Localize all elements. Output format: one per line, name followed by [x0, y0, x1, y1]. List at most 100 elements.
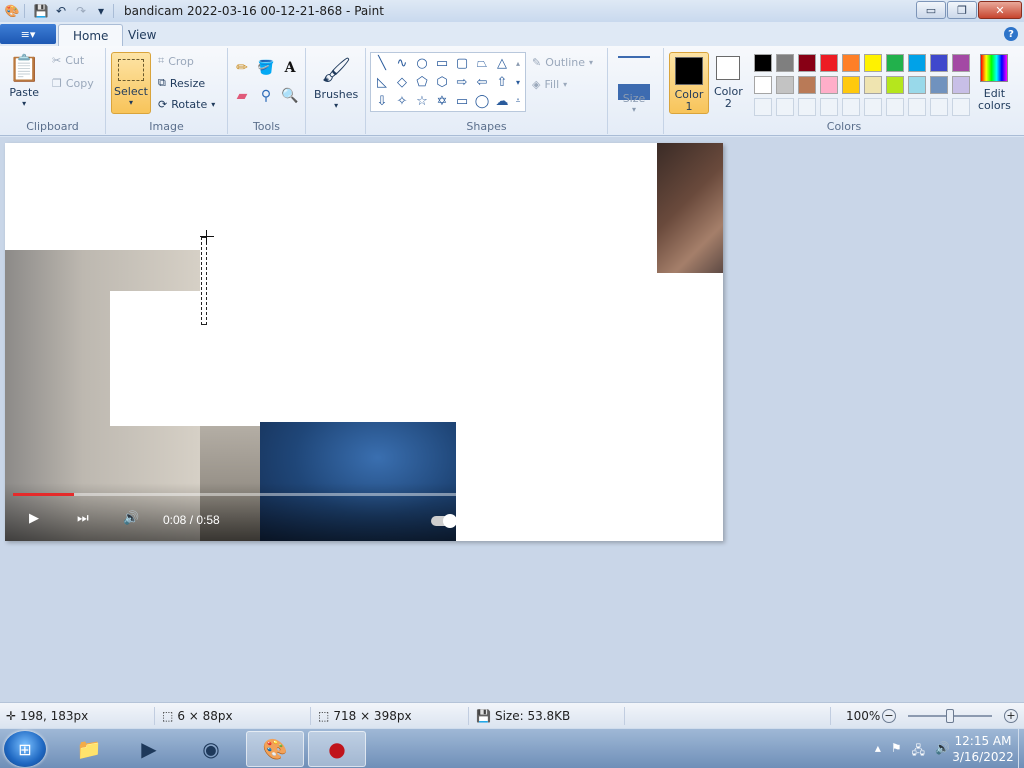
palette-swatch[interactable]: [842, 54, 860, 72]
undo-icon[interactable]: ↶: [53, 3, 69, 19]
file-menu-button[interactable]: ≡▾: [0, 24, 56, 44]
right-arrow-shape-icon[interactable]: ⇨: [453, 73, 471, 91]
tab-view[interactable]: View: [114, 24, 170, 46]
taskbar-paint[interactable]: 🎨: [246, 731, 304, 767]
rounded-rectangle-shape-icon[interactable]: ▢: [453, 54, 471, 72]
palette-swatch[interactable]: [820, 76, 838, 94]
start-button[interactable]: ⊞: [4, 731, 46, 767]
canvas-workspace[interactable]: ▶ ⏭ 🔊 0:08 / 0:58: [0, 137, 1024, 702]
custom-color-slot[interactable]: [886, 98, 904, 116]
palette-swatch[interactable]: [864, 54, 882, 72]
rotate-button[interactable]: ⟳ Rotate ▾: [158, 98, 215, 111]
edit-colors-button[interactable]: Edit colors: [978, 54, 1011, 112]
close-button[interactable]: ✕: [978, 1, 1022, 19]
select-button[interactable]: Select ▾: [111, 52, 151, 114]
custom-color-slot[interactable]: [864, 98, 882, 116]
taskbar-chrome[interactable]: ◉: [182, 731, 240, 767]
resize-button[interactable]: ⧉ Resize: [158, 76, 205, 90]
help-icon[interactable]: ?: [1004, 27, 1018, 41]
six-point-star-shape-icon[interactable]: ✡: [433, 92, 451, 110]
selection-marquee[interactable]: [201, 237, 207, 325]
expand-gallery-icon[interactable]: ⩡: [511, 92, 525, 110]
four-point-star-shape-icon[interactable]: ✧: [393, 92, 411, 110]
up-arrow-shape-icon[interactable]: ⇧: [493, 73, 511, 91]
custom-color-slot[interactable]: [754, 98, 772, 116]
paint-app-icon[interactable]: 🎨: [4, 3, 20, 19]
palette-swatch[interactable]: [842, 76, 860, 94]
zoom-out-button[interactable]: −: [882, 709, 896, 723]
tray-expand-icon[interactable]: ▴: [875, 741, 881, 762]
pencil-icon[interactable]: ✏: [232, 58, 252, 78]
palette-swatch[interactable]: [798, 76, 816, 94]
maximize-button[interactable]: ❐: [947, 1, 977, 19]
taskbar-media-player[interactable]: ▶: [120, 731, 178, 767]
palette-swatch[interactable]: [886, 76, 904, 94]
taskbar-explorer[interactable]: 📁: [60, 731, 118, 767]
fill-button[interactable]: ◈ Fill ▾: [532, 78, 567, 91]
custom-color-slot[interactable]: [776, 98, 794, 116]
rectangle-shape-icon[interactable]: ▭: [433, 54, 451, 72]
diamond-shape-icon[interactable]: ◇: [393, 73, 411, 91]
palette-swatch[interactable]: [864, 76, 882, 94]
five-point-star-shape-icon[interactable]: ☆: [413, 92, 431, 110]
palette-swatch[interactable]: [776, 76, 794, 94]
palette-swatch[interactable]: [820, 54, 838, 72]
palette-swatch[interactable]: [952, 76, 970, 94]
palette-swatch[interactable]: [886, 54, 904, 72]
custom-color-slot[interactable]: [952, 98, 970, 116]
cut-button[interactable]: ✂ Cut: [52, 54, 84, 67]
brushes-button[interactable]: 🖌 Brushes ▾: [314, 52, 358, 110]
size-button[interactable]: Size ▾: [618, 54, 650, 114]
callout-oval-shape-icon[interactable]: ◯: [473, 92, 491, 110]
palette-swatch[interactable]: [908, 54, 926, 72]
custom-color-slot[interactable]: [820, 98, 838, 116]
curve-shape-icon[interactable]: ∿: [393, 54, 411, 72]
triangle-shape-icon[interactable]: △: [493, 54, 511, 72]
left-arrow-shape-icon[interactable]: ⇦: [473, 73, 491, 91]
pentagon-shape-icon[interactable]: ⬠: [413, 73, 431, 91]
custom-color-slot[interactable]: [798, 98, 816, 116]
palette-swatch[interactable]: [776, 54, 794, 72]
palette-swatch[interactable]: [930, 54, 948, 72]
minimize-button[interactable]: ▭: [916, 1, 946, 19]
customize-quick-access-icon[interactable]: ▾: [93, 3, 109, 19]
zoom-slider-thumb[interactable]: [946, 709, 954, 723]
palette-swatch[interactable]: [930, 76, 948, 94]
palette-swatch[interactable]: [754, 54, 772, 72]
scroll-up-icon[interactable]: ▴: [511, 54, 525, 72]
scroll-down-icon[interactable]: ▾: [511, 73, 525, 91]
line-shape-icon[interactable]: ╲: [373, 54, 391, 72]
palette-swatch[interactable]: [754, 76, 772, 94]
palette-swatch[interactable]: [908, 76, 926, 94]
zoom-in-button[interactable]: +: [1004, 709, 1018, 723]
taskbar-bandicam[interactable]: ●: [308, 731, 366, 767]
polygon-shape-icon[interactable]: ⏢: [473, 54, 491, 72]
copy-button[interactable]: ❐ Copy: [52, 77, 94, 90]
outline-button[interactable]: ✎ Outline ▾: [532, 56, 593, 69]
color1-button[interactable]: Color 1: [669, 52, 709, 114]
save-icon[interactable]: 💾: [33, 3, 49, 19]
magnifier-icon[interactable]: 🔍: [280, 86, 300, 106]
color-picker-icon[interactable]: ⚲: [256, 86, 276, 106]
callout-cloud-shape-icon[interactable]: ☁: [493, 92, 511, 110]
fill-bucket-icon[interactable]: 🪣: [256, 58, 276, 78]
redo-icon[interactable]: ↷: [73, 3, 89, 19]
custom-color-slot[interactable]: [842, 98, 860, 116]
custom-color-slot[interactable]: [930, 98, 948, 116]
text-tool-icon[interactable]: A: [280, 58, 300, 78]
eraser-icon[interactable]: ▰: [232, 86, 252, 106]
right-triangle-shape-icon[interactable]: ◺: [373, 73, 391, 91]
network-icon[interactable]: 🖧: [912, 741, 925, 762]
paste-button[interactable]: 📋 Paste ▾: [8, 52, 40, 108]
show-desktop-button[interactable]: [1018, 729, 1024, 768]
hexagon-shape-icon[interactable]: ⬡: [433, 73, 451, 91]
color2-button[interactable]: Color 2: [714, 56, 743, 110]
drawing-canvas[interactable]: ▶ ⏭ 🔊 0:08 / 0:58: [5, 143, 723, 541]
custom-color-slot[interactable]: [908, 98, 926, 116]
oval-shape-icon[interactable]: ○: [413, 54, 431, 72]
crop-button[interactable]: ⌗ Crop: [158, 54, 194, 68]
down-arrow-shape-icon[interactable]: ⇩: [373, 92, 391, 110]
taskbar-clock[interactable]: 12:15 AM 3/16/2022: [948, 733, 1018, 765]
palette-swatch[interactable]: [952, 54, 970, 72]
callout-rect-shape-icon[interactable]: ▭: [453, 92, 471, 110]
